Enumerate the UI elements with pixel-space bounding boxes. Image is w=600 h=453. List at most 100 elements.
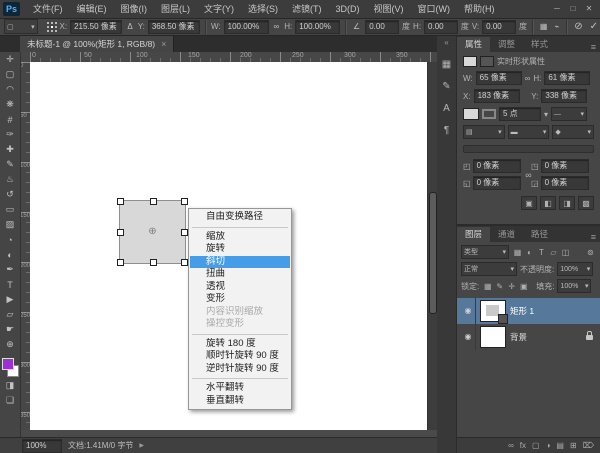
canvas[interactable]: ⊕ 自由变换路径缩放旋转斜切扭曲透视变形内容识别缩放操控变形旋转 180 度顺时… xyxy=(30,62,428,430)
transform-handle-bottom-right[interactable] xyxy=(181,259,188,266)
layer-row-background[interactable]: ◉ 背景 xyxy=(457,324,600,350)
menu-separator[interactable] xyxy=(192,378,288,379)
add-mask-icon[interactable]: ▢ xyxy=(532,441,540,450)
transform-handle-middle-right[interactable] xyxy=(181,229,188,236)
menu-filter[interactable]: 滤镜(T) xyxy=(285,0,329,18)
stroke-type-select[interactable]: —▾ xyxy=(551,107,587,121)
zoom-tool[interactable]: ⊕ xyxy=(0,337,20,352)
menu-file[interactable]: 文件(F) xyxy=(26,0,70,18)
hskew-field[interactable]: 0.00 xyxy=(424,20,458,34)
marquee-tool[interactable]: ▢ xyxy=(0,67,20,82)
path-selection-tool[interactable]: ▶ xyxy=(0,292,20,307)
menu-item-rotate-180[interactable]: 旋转 180 度 xyxy=(190,338,290,351)
stroke-corner-select[interactable]: ◆▾ xyxy=(552,125,594,139)
minimize-button[interactable]: ─ xyxy=(550,1,564,17)
tab-paths[interactable]: 路径 xyxy=(523,227,556,242)
filter-adjustment-icon[interactable]: ◐ xyxy=(524,248,535,257)
move-tool[interactable]: ✛ xyxy=(0,52,20,67)
width-field[interactable]: 100.00% xyxy=(224,20,269,34)
tab-close-icon[interactable]: × xyxy=(161,39,166,49)
stroke-align-select[interactable]: ▤▾ xyxy=(463,125,505,139)
path-op-subtract-icon[interactable]: ◧ xyxy=(540,196,556,210)
x-field[interactable]: 215.50 像素 xyxy=(70,20,122,34)
blur-tool[interactable]: ◔ xyxy=(0,232,20,247)
zoom-level-field[interactable]: 100% xyxy=(22,439,62,453)
menu-item-content-aware-scale[interactable]: 内容识别缩放 xyxy=(190,306,290,319)
history-brush-tool[interactable]: ↺ xyxy=(0,187,20,202)
lasso-tool[interactable]: ◠ xyxy=(0,82,20,97)
crop-tool[interactable]: # xyxy=(0,112,20,127)
vskew-field[interactable]: 0.00 xyxy=(482,20,516,34)
rectangle-shape-transform-box[interactable]: ⊕ xyxy=(119,200,186,264)
panel-icon-brush[interactable]: ✎ xyxy=(437,75,457,97)
transform-handle-top-right[interactable] xyxy=(181,198,188,205)
lock-image-icon[interactable]: ✎ xyxy=(494,282,505,291)
vertical-scrollbar[interactable] xyxy=(427,62,437,430)
menu-item-puppet-warp[interactable]: 操控变形 xyxy=(190,318,290,331)
collapse-panels-icon[interactable]: « xyxy=(444,38,448,47)
tab-channels[interactable]: 通道 xyxy=(490,227,523,242)
lock-position-icon[interactable]: ✛ xyxy=(506,282,517,291)
document-tab[interactable]: 未标题-1 @ 100%(矩形 1, RGB/8) × xyxy=(20,36,174,52)
foreground-color-swatch[interactable] xyxy=(2,358,14,370)
stroke-width-field[interactable]: 5 点 xyxy=(499,107,541,121)
panel-menu-icon[interactable]: ≡ xyxy=(591,232,600,242)
warp-mode-toggle-icon[interactable]: ⌁ xyxy=(552,20,561,34)
tab-styles[interactable]: 样式 xyxy=(523,37,556,52)
gradient-tool[interactable]: ▨ xyxy=(0,217,20,232)
layer-style-icon[interactable]: fx xyxy=(520,441,526,450)
panel-icon-swatches[interactable]: ▦ xyxy=(437,53,457,75)
eraser-tool[interactable]: ▭ xyxy=(0,202,20,217)
type-tool[interactable]: T xyxy=(0,277,20,292)
transform-handle-top-left[interactable] xyxy=(117,198,124,205)
path-op-intersect-icon[interactable]: ◨ xyxy=(559,196,575,210)
menu-image[interactable]: 图像(I) xyxy=(114,0,155,18)
menu-view[interactable]: 视图(V) xyxy=(367,0,411,18)
transform-handle-bottom-center[interactable] xyxy=(150,259,157,266)
healing-brush-tool[interactable]: ✚ xyxy=(0,142,20,157)
transform-handle-bottom-left[interactable] xyxy=(117,259,124,266)
screen-mode-button[interactable]: ❏ xyxy=(0,393,20,408)
radius-bottom-right-field[interactable]: ◲ 0 像素 xyxy=(531,176,591,190)
layer-name[interactable]: 矩形 1 xyxy=(510,305,534,317)
shape-y-field[interactable]: 338 像素 xyxy=(541,89,587,103)
menu-type[interactable]: 文字(Y) xyxy=(197,0,241,18)
adjustment-layer-icon[interactable]: ◑ xyxy=(546,441,551,450)
maximize-button[interactable]: □ xyxy=(566,1,580,17)
height-field[interactable]: 100.00% xyxy=(295,20,340,34)
transform-reference-point[interactable]: ⊕ xyxy=(148,227,156,237)
lock-transparent-icon[interactable]: ▦ xyxy=(482,282,493,291)
menu-item-free-transform-path[interactable]: 自由变换路径 xyxy=(190,211,290,224)
stroke-width-caret[interactable]: ▾ xyxy=(544,110,548,119)
stroke-color-swatch[interactable] xyxy=(482,109,496,119)
filter-type-icon[interactable]: T xyxy=(536,248,547,257)
path-op-combine-icon[interactable]: ▣ xyxy=(521,196,537,210)
tab-layers[interactable]: 图层 xyxy=(457,227,490,242)
shape-width-field[interactable]: 65 像素 xyxy=(476,71,522,85)
menu-item-flip-vertical[interactable]: 垂直翻转 xyxy=(190,395,290,408)
layer-visibility-eye-icon[interactable]: ◉ xyxy=(461,324,476,350)
layer-thumbnail[interactable] xyxy=(480,300,506,322)
transform-handle-middle-left[interactable] xyxy=(117,229,124,236)
cancel-transform-button[interactable]: ⊘ xyxy=(572,20,584,34)
wh-link-icon[interactable]: ∞ xyxy=(525,74,531,83)
menu-item-warp[interactable]: 变形 xyxy=(190,293,290,306)
panel-menu-icon[interactable]: ≡ xyxy=(591,42,600,52)
stroke-cap-select[interactable]: ▬▾ xyxy=(508,125,550,139)
y-field[interactable]: 368.50 像素 xyxy=(148,20,200,34)
filter-pixel-icon[interactable]: ▦ xyxy=(512,248,523,257)
menu-item-skew[interactable]: 斜切 xyxy=(190,256,290,269)
shape-height-field[interactable]: 61 像素 xyxy=(544,71,590,85)
scrollbar-thumb[interactable] xyxy=(429,192,437,314)
brush-tool[interactable]: ✎ xyxy=(0,157,20,172)
relative-position-toggle[interactable]: Δ xyxy=(125,20,134,34)
transform-handle-top-center[interactable] xyxy=(150,198,157,205)
menu-item-rotate-90-cw[interactable]: 顺时针旋转 90 度 xyxy=(190,350,290,363)
menu-select[interactable]: 选择(S) xyxy=(241,0,285,18)
fill-select[interactable]: 100%▾ xyxy=(557,279,591,293)
eyedropper-tool[interactable]: ✑ xyxy=(0,127,20,142)
menu-item-rotate-90-ccw[interactable]: 逆时针旋转 90 度 xyxy=(190,363,290,376)
menu-layer[interactable]: 图层(L) xyxy=(154,0,197,18)
menu-window[interactable]: 窗口(W) xyxy=(411,0,458,18)
new-group-icon[interactable]: ▤ xyxy=(556,441,564,450)
